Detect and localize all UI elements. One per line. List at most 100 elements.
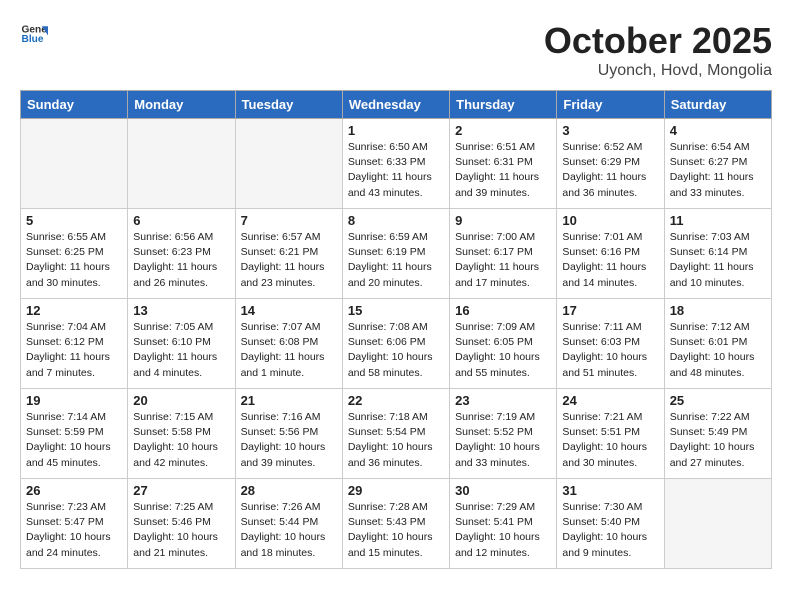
day-info: Sunrise: 7:28 AM Sunset: 5:43 PM Dayligh… [348, 500, 444, 561]
day-number: 2 [455, 123, 551, 138]
calendar-cell: 30Sunrise: 7:29 AM Sunset: 5:41 PM Dayli… [450, 479, 557, 569]
calendar-cell: 12 Sunrise: 7:04 AM Sunset: 6:12 PM Dayli… [21, 299, 128, 389]
calendar-cell: 31 Sunrise: 7:30 AM Sunset: 5:40 PM Dayli… [557, 479, 664, 569]
day-info: Sunrise: 7:30 AM Sunset: 5:40 PM Dayligh… [562, 500, 658, 561]
calendar-cell: 26 Sunrise: 7:23 AM Sunset: 5:47 PM Dayli… [21, 479, 128, 569]
day-info: Sunrise: 6:51 AM Sunset: 6:31 PM Dayligh… [455, 140, 551, 201]
day-number: 22 [348, 393, 444, 408]
weekday-header: Monday [128, 91, 235, 119]
calendar-cell: 14Sunrise: 7:07 AM Sunset: 6:08 PM Dayli… [235, 299, 342, 389]
day-info: Sunrise: 7:15 AM Sunset: 5:58 PM Dayligh… [133, 410, 229, 471]
day-number: 4 [670, 123, 766, 138]
day-number: 8 [348, 213, 444, 228]
day-number: 20 [133, 393, 229, 408]
day-number: 23 [455, 393, 551, 408]
day-info: Sunrise: 7:23 AM Sunset: 5:47 PM Dayligh… [26, 500, 122, 561]
calendar-cell [664, 479, 771, 569]
calendar-cell: 7 Sunrise: 6:57 AM Sunset: 6:21 PM Daylig… [235, 209, 342, 299]
location-title: Uyonch, Hovd, Mongolia [544, 62, 772, 80]
calendar-cell: 27Sunrise: 7:25 AM Sunset: 5:46 PM Dayli… [128, 479, 235, 569]
calendar-cell: 1 Sunrise: 6:50 AM Sunset: 6:33 PM Daylig… [342, 119, 449, 209]
day-info: Sunrise: 7:04 AM Sunset: 6:12 PM Dayligh… [26, 320, 122, 381]
weekday-header: Saturday [664, 91, 771, 119]
day-info: Sunrise: 7:14 AM Sunset: 5:59 PM Dayligh… [26, 410, 122, 471]
day-number: 12 [26, 303, 122, 318]
day-info: Sunrise: 6:57 AM Sunset: 6:21 PM Dayligh… [241, 230, 337, 291]
calendar-week-row: 5 Sunrise: 6:55 AM Sunset: 6:25 PM Daylig… [21, 209, 772, 299]
calendar-cell: 21 Sunrise: 7:16 AM Sunset: 5:56 PM Dayli… [235, 389, 342, 479]
day-number: 11 [670, 213, 766, 228]
day-info: Sunrise: 6:56 AM Sunset: 6:23 PM Dayligh… [133, 230, 229, 291]
day-number: 9 [455, 213, 551, 228]
calendar-cell: 24 Sunrise: 7:21 AM Sunset: 5:51 PM Dayli… [557, 389, 664, 479]
day-number: 25 [670, 393, 766, 408]
calendar-cell: 10 Sunrise: 7:01 AM Sunset: 6:16 PM Dayli… [557, 209, 664, 299]
calendar-week-row: 19 Sunrise: 7:14 AM Sunset: 5:59 PM Dayli… [21, 389, 772, 479]
day-number: 28 [241, 483, 337, 498]
day-number: 7 [241, 213, 337, 228]
calendar-cell [235, 119, 342, 209]
weekday-header: Thursday [450, 91, 557, 119]
calendar-cell: 25 Sunrise: 7:22 AM Sunset: 5:49 PM Dayli… [664, 389, 771, 479]
calendar-cell: 6 Sunrise: 6:56 AM Sunset: 6:23 PM Daylig… [128, 209, 235, 299]
day-number: 13 [133, 303, 229, 318]
day-number: 19 [26, 393, 122, 408]
day-info: Sunrise: 7:19 AM Sunset: 5:52 PM Dayligh… [455, 410, 551, 471]
day-number: 10 [562, 213, 658, 228]
day-info: Sunrise: 7:03 AM Sunset: 6:14 PM Dayligh… [670, 230, 766, 291]
calendar-week-row: 12 Sunrise: 7:04 AM Sunset: 6:12 PM Dayli… [21, 299, 772, 389]
calendar-cell [128, 119, 235, 209]
day-info: Sunrise: 7:12 AM Sunset: 6:01 PM Dayligh… [670, 320, 766, 381]
day-info: Sunrise: 7:18 AM Sunset: 5:54 PM Dayligh… [348, 410, 444, 471]
calendar-table: SundayMondayTuesdayWednesdayThursdayFrid… [20, 90, 772, 569]
calendar-cell: 23 Sunrise: 7:19 AM Sunset: 5:52 PM Dayli… [450, 389, 557, 479]
calendar-cell: 2 Sunrise: 6:51 AM Sunset: 6:31 PM Daylig… [450, 119, 557, 209]
day-info: Sunrise: 6:55 AM Sunset: 6:25 PM Dayligh… [26, 230, 122, 291]
day-info: Sunrise: 7:16 AM Sunset: 5:56 PM Dayligh… [241, 410, 337, 471]
weekday-header: Friday [557, 91, 664, 119]
day-number: 24 [562, 393, 658, 408]
month-title: October 2025 [544, 20, 772, 62]
day-number: 18 [670, 303, 766, 318]
day-info: Sunrise: 6:52 AM Sunset: 6:29 PM Dayligh… [562, 140, 658, 201]
calendar-cell [21, 119, 128, 209]
logo-icon: General Blue [20, 20, 48, 48]
calendar-cell: 29Sunrise: 7:28 AM Sunset: 5:43 PM Dayli… [342, 479, 449, 569]
calendar-cell: 8Sunrise: 6:59 AM Sunset: 6:19 PM Daylig… [342, 209, 449, 299]
calendar-week-row: 26 Sunrise: 7:23 AM Sunset: 5:47 PM Dayli… [21, 479, 772, 569]
calendar-cell: 16Sunrise: 7:09 AM Sunset: 6:05 PM Dayli… [450, 299, 557, 389]
svg-text:Blue: Blue [22, 34, 44, 45]
day-number: 26 [26, 483, 122, 498]
calendar-cell: 3 Sunrise: 6:52 AM Sunset: 6:29 PM Daylig… [557, 119, 664, 209]
calendar-week-row: 1 Sunrise: 6:50 AM Sunset: 6:33 PM Daylig… [21, 119, 772, 209]
day-number: 15 [348, 303, 444, 318]
day-number: 5 [26, 213, 122, 228]
day-number: 1 [348, 123, 444, 138]
calendar-cell: 15Sunrise: 7:08 AM Sunset: 6:06 PM Dayli… [342, 299, 449, 389]
calendar-cell: 20 Sunrise: 7:15 AM Sunset: 5:58 PM Dayli… [128, 389, 235, 479]
day-info: Sunrise: 7:01 AM Sunset: 6:16 PM Dayligh… [562, 230, 658, 291]
day-number: 31 [562, 483, 658, 498]
calendar-cell: 9 Sunrise: 7:00 AM Sunset: 6:17 PM Daylig… [450, 209, 557, 299]
day-number: 16 [455, 303, 551, 318]
day-info: Sunrise: 7:29 AM Sunset: 5:41 PM Dayligh… [455, 500, 551, 561]
weekday-header: Wednesday [342, 91, 449, 119]
day-info: Sunrise: 7:21 AM Sunset: 5:51 PM Dayligh… [562, 410, 658, 471]
day-info: Sunrise: 7:25 AM Sunset: 5:46 PM Dayligh… [133, 500, 229, 561]
day-number: 6 [133, 213, 229, 228]
day-info: Sunrise: 6:54 AM Sunset: 6:27 PM Dayligh… [670, 140, 766, 201]
day-number: 3 [562, 123, 658, 138]
logo: General Blue [20, 20, 48, 48]
day-number: 21 [241, 393, 337, 408]
weekday-header: Sunday [21, 91, 128, 119]
calendar-cell: 22 Sunrise: 7:18 AM Sunset: 5:54 PM Dayli… [342, 389, 449, 479]
calendar-cell: 13 Sunrise: 7:05 AM Sunset: 6:10 PM Dayli… [128, 299, 235, 389]
day-info: Sunrise: 7:11 AM Sunset: 6:03 PM Dayligh… [562, 320, 658, 381]
calendar-cell: 19 Sunrise: 7:14 AM Sunset: 5:59 PM Dayli… [21, 389, 128, 479]
day-info: Sunrise: 7:00 AM Sunset: 6:17 PM Dayligh… [455, 230, 551, 291]
day-info: Sunrise: 7:22 AM Sunset: 5:49 PM Dayligh… [670, 410, 766, 471]
day-info: Sunrise: 6:50 AM Sunset: 6:33 PM Dayligh… [348, 140, 444, 201]
day-info: Sunrise: 7:05 AM Sunset: 6:10 PM Dayligh… [133, 320, 229, 381]
calendar-cell: 11 Sunrise: 7:03 AM Sunset: 6:14 PM Dayli… [664, 209, 771, 299]
page-header: General Blue October 2025 Uyonch, Hovd, … [20, 20, 772, 80]
